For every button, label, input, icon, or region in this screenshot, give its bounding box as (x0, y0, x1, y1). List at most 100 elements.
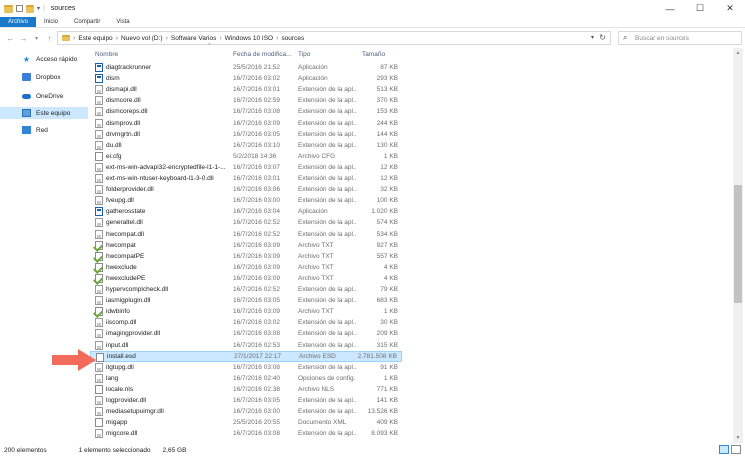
file-date: 16/7/2016 03:08 (233, 108, 280, 116)
file-date: 16/7/2016 03:00 (233, 408, 280, 416)
file-row[interactable]: ext-ms-win-advapi32-encryptedfile-l1-1-.… (90, 162, 402, 173)
file-row[interactable]: dism 16/7/2016 03:02 Aplicación 293 KB (90, 73, 402, 84)
column-header-date[interactable]: Fecha de modifica... (233, 48, 297, 61)
file-row[interactable]: hwcompatPE 16/7/2016 03:09 Archivo TXT 557 … (90, 251, 402, 262)
address-dropdown-icon[interactable]: ▾ (591, 34, 594, 41)
tab-inicio[interactable]: Inicio (36, 17, 66, 27)
file-row[interactable]: lang 16/7/2016 02:40 Opciones de config...… (90, 373, 402, 384)
file-row[interactable]: imagingprovider.dll 16/7/2016 03:08 Extens… (90, 328, 402, 339)
file-row[interactable]: dismapi.dll 16/7/2016 03:01 Extensión de l… (90, 84, 402, 95)
file-type: Documento XML (298, 419, 347, 427)
column-header-type[interactable]: Tipo (298, 48, 348, 61)
column-header-size[interactable]: Tamaño (362, 48, 402, 61)
file-row[interactable]: mediasetupuimgr.dll 16/7/2016 03:00 Extens… (90, 406, 402, 417)
file-name: hwexclude (106, 263, 137, 271)
file-row[interactable]: hwexclude 16/7/2016 03:09 Archivo TXT 4 KB (90, 262, 402, 273)
customize-toolbar-icon[interactable]: ▾ (37, 5, 40, 12)
file-type: Opciones de config... (298, 374, 356, 382)
file-name: input.dll (106, 341, 129, 349)
scroll-down-icon[interactable]: ▼ (733, 433, 743, 443)
crumb-nuevo-vol[interactable]: Nuevo vol (D:) (121, 35, 163, 42)
dll-file-icon (95, 118, 103, 128)
dll-file-icon (95, 318, 103, 328)
computer-icon (22, 109, 31, 117)
properties-icon[interactable] (16, 5, 23, 12)
navigation-buttons: ← → ▾ ↑ (0, 32, 57, 44)
file-size: 927 KB (376, 241, 398, 249)
recent-locations-icon[interactable]: ▾ (31, 32, 42, 44)
sidebar-item-acceso-rapido[interactable]: ★ Acceso rápido (0, 53, 88, 65)
file-row[interactable]: gatherosstate 16/7/2016 03:04 Aplicación 1.… (90, 206, 402, 217)
close-button[interactable]: ✕ (715, 0, 745, 17)
file-row[interactable]: iiscomp.dll 16/7/2016 03:02 Extensión de l… (90, 317, 402, 328)
dll-file-icon (95, 107, 103, 117)
search-input[interactable]: ⌕ Buscar en sources (618, 31, 742, 45)
dll-file-icon (95, 296, 103, 306)
crumb-separator[interactable]: › (116, 35, 118, 42)
file-row[interactable]: drvmgrtn.dll 16/7/2016 03:05 Extensión de … (90, 129, 402, 140)
sort-arrow: ^ (208, 43, 211, 49)
back-icon[interactable]: ← (5, 32, 16, 44)
file-icon (95, 151, 103, 161)
file-row[interactable]: ext-ms-win-ntuser-keyboard-l1-3-0.dll 16/… (90, 173, 402, 184)
file-date: 5/2/2018 14:36 (233, 152, 277, 160)
file-row[interactable]: fveupg.dll 16/7/2016 03:00 Extensión de la… (90, 195, 402, 206)
crumb-este-equipo[interactable]: Este equipo (78, 35, 112, 42)
file-row[interactable]: hypervcomplcheck.dll 16/7/2016 02:52 Exten… (90, 284, 402, 295)
file-row[interactable]: folderprovider.dll 16/7/2016 03:06 Extensi… (90, 184, 402, 195)
sidebar-item-este-equipo[interactable]: Este equipo (0, 107, 88, 119)
large-icons-view-icon[interactable] (731, 445, 741, 454)
file-row[interactable]: hwcompat.dll 16/7/2016 02:52 Extensión de … (90, 229, 402, 240)
forward-icon[interactable]: → (18, 32, 29, 44)
crumb-windows-10-iso[interactable]: Windows 10 ISO (225, 35, 273, 42)
file-row[interactable]: locale.nls 16/7/2016 02:38 Archivo NLS 771 … (90, 384, 402, 395)
column-header-name[interactable]: Nombre (95, 48, 155, 61)
tab-archivo[interactable]: Archivo (0, 17, 37, 27)
new-folder-icon[interactable] (26, 4, 34, 13)
scroll-thumb[interactable] (734, 185, 742, 303)
file-row[interactable]: dismprov.dll 16/7/2016 03:09 Extensión de … (90, 118, 402, 129)
scroll-up-icon[interactable]: ▲ (733, 48, 743, 58)
quick-access-toolbar: ▾ | (0, 4, 45, 13)
file-row[interactable]: ei.cfg 5/2/2018 14:36 Archivo CFG 1 KB (90, 151, 402, 162)
vertical-scrollbar[interactable]: ▲ ▼ (733, 48, 743, 443)
file-row[interactable]: logprovider.dll 16/7/2016 03:05 Extensión … (90, 395, 402, 406)
file-row[interactable]: migapp 25/5/2016 20:55 Documento XML 409 KB (90, 417, 402, 428)
crumb-software-varios[interactable]: Software Varios (171, 35, 216, 42)
details-view-icon[interactable] (719, 445, 729, 454)
minimize-button[interactable]: — (655, 0, 685, 17)
sidebar-item-onedrive[interactable]: OneDrive (0, 90, 88, 102)
file-row[interactable]: install.esd 27/1/2017 22:17 Archivo ESD 2.7… (90, 350, 402, 362)
refresh-icon[interactable]: ↻ (599, 33, 606, 42)
file-row[interactable]: dismcore.dll 16/7/2016 02:59 Extensión de … (90, 95, 402, 106)
file-type: Extensión de la apl... (298, 297, 356, 305)
file-row[interactable]: iasmigplugin.dll 16/7/2016 03:05 Extensión… (90, 295, 402, 306)
tab-vista[interactable]: Vista (108, 17, 137, 27)
status-selection: 1 elemento seleccionado (78, 446, 151, 454)
address-bar[interactable]: › Este equipo › Nuevo vol (D:) › Softwar… (57, 31, 611, 45)
crumb-separator[interactable]: › (276, 35, 278, 42)
status-bar: 200 elementos 1 elemento seleccionado 2,… (0, 444, 745, 456)
file-row[interactable]: idwbinfo 16/7/2016 03:09 Archivo TXT 1 KB (90, 306, 402, 317)
maximize-button[interactable]: ☐ (685, 0, 715, 17)
crumb-separator[interactable]: › (219, 35, 221, 42)
crumb-sources[interactable]: sources (281, 35, 304, 42)
crumb-separator[interactable]: › (166, 35, 168, 42)
file-row[interactable]: dismcoreps.dll 16/7/2016 03:08 Extensión d… (90, 106, 402, 117)
sidebar-item-red[interactable]: Red (0, 124, 88, 136)
file-row[interactable]: diagtrackrunner 25/5/2016 21:52 Aplicación… (90, 62, 402, 73)
file-row[interactable]: hwexcludePE 16/7/2016 03:09 Archivo TXT 4 K… (90, 273, 402, 284)
file-size: 153 KB (376, 108, 398, 116)
file-row[interactable]: migcore.dll 16/7/2016 03:08 Extensión de l… (90, 428, 402, 439)
file-date: 16/7/2016 03:08 (233, 430, 280, 438)
up-icon[interactable]: ↑ (44, 32, 55, 44)
file-row[interactable]: hwcompat 16/7/2016 03:09 Archivo TXT 927 KB (90, 240, 402, 251)
dll-file-icon (95, 185, 103, 195)
file-row[interactable]: generaltel.dll 16/7/2016 02:52 Extensión d… (90, 217, 402, 228)
file-row[interactable]: input.dll 16/7/2016 02:53 Extensión de la … (90, 340, 402, 351)
sidebar-item-dropbox[interactable]: Dropbox (0, 71, 88, 83)
file-date: 16/7/2016 03:00 (233, 197, 280, 205)
file-row[interactable]: du.dll 16/7/2016 03:10 Extensión de la apl… (90, 140, 402, 151)
tab-compartir[interactable]: Compartir (66, 17, 108, 27)
file-row[interactable]: itgtupg.dll 16/7/2016 03:08 Extensión de l… (90, 362, 402, 373)
